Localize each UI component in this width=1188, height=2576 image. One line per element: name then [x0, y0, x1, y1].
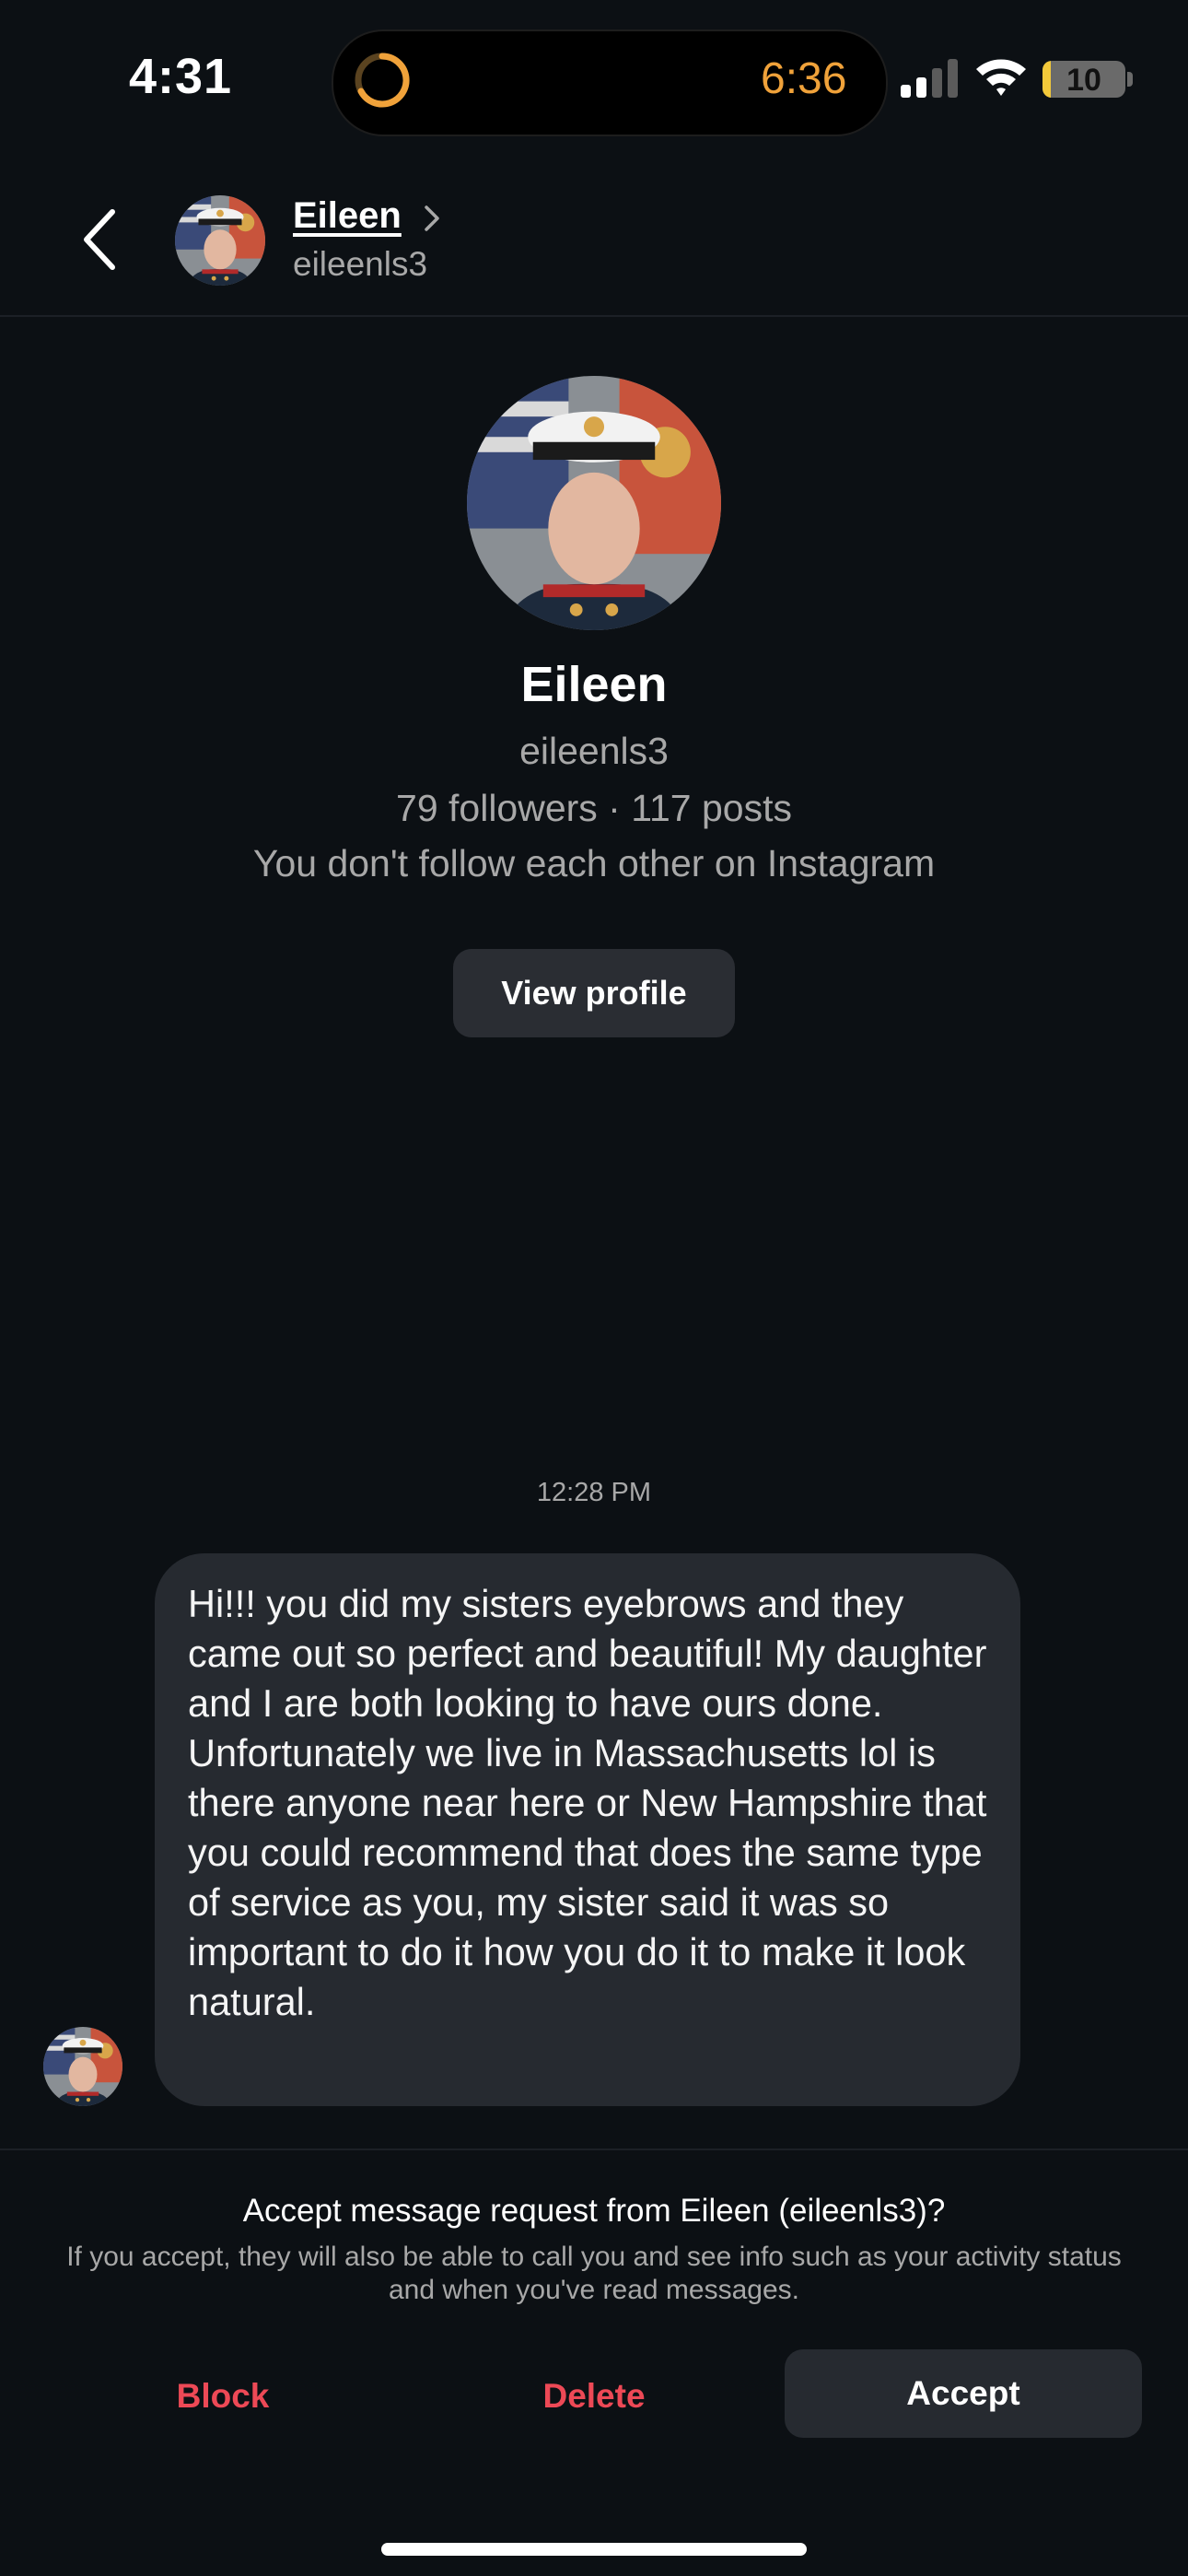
- back-arrow-icon[interactable]: [72, 203, 127, 276]
- header-divider: [0, 315, 1188, 317]
- header-name[interactable]: Eileen: [293, 195, 402, 237]
- home-indicator: [381, 2543, 807, 2556]
- battery-tip: [1127, 72, 1133, 87]
- status-time: 4:31: [129, 49, 233, 104]
- block-button[interactable]: Block: [131, 2377, 315, 2416]
- profile-username: eileenls3: [519, 730, 669, 772]
- battery-icon: 10: [1042, 61, 1125, 98]
- follow-status: You don't follow each other on Instagram: [252, 842, 936, 884]
- profile-name: Eileen: [520, 657, 668, 712]
- chevron-right-icon[interactable]: [422, 203, 442, 234]
- profile-avatar[interactable]: [467, 376, 721, 630]
- message-bubble[interactable]: Hi!!! you did my sisters eyebrows and th…: [155, 1553, 1020, 2106]
- signal-icon: [901, 59, 958, 98]
- battery-level: 10: [1066, 63, 1101, 98]
- message-avatar[interactable]: [43, 2027, 122, 2106]
- wifi-icon: [976, 59, 1026, 96]
- profile-stats: 79 followers · 117 posts: [396, 787, 792, 829]
- request-title: Accept message request from Eileen (eile…: [242, 2193, 946, 2229]
- avatar-image: [175, 195, 265, 286]
- avatar-image: [43, 2027, 122, 2106]
- request-subtitle: If you accept, they will also be able to…: [66, 2242, 1122, 2305]
- timer-time: 6:36: [761, 54, 847, 103]
- message-timestamp: 12:28 PM: [536, 1478, 652, 1507]
- accept-button[interactable]: Accept: [785, 2349, 1142, 2438]
- delete-button[interactable]: Delete: [502, 2377, 686, 2416]
- avatar-image: [467, 376, 721, 630]
- view-profile-button[interactable]: View profile: [453, 949, 735, 1037]
- footer-divider: [0, 2149, 1188, 2150]
- header-avatar[interactable]: [175, 195, 265, 286]
- timer-icon: [355, 53, 410, 108]
- header-username: eileenls3: [293, 245, 428, 283]
